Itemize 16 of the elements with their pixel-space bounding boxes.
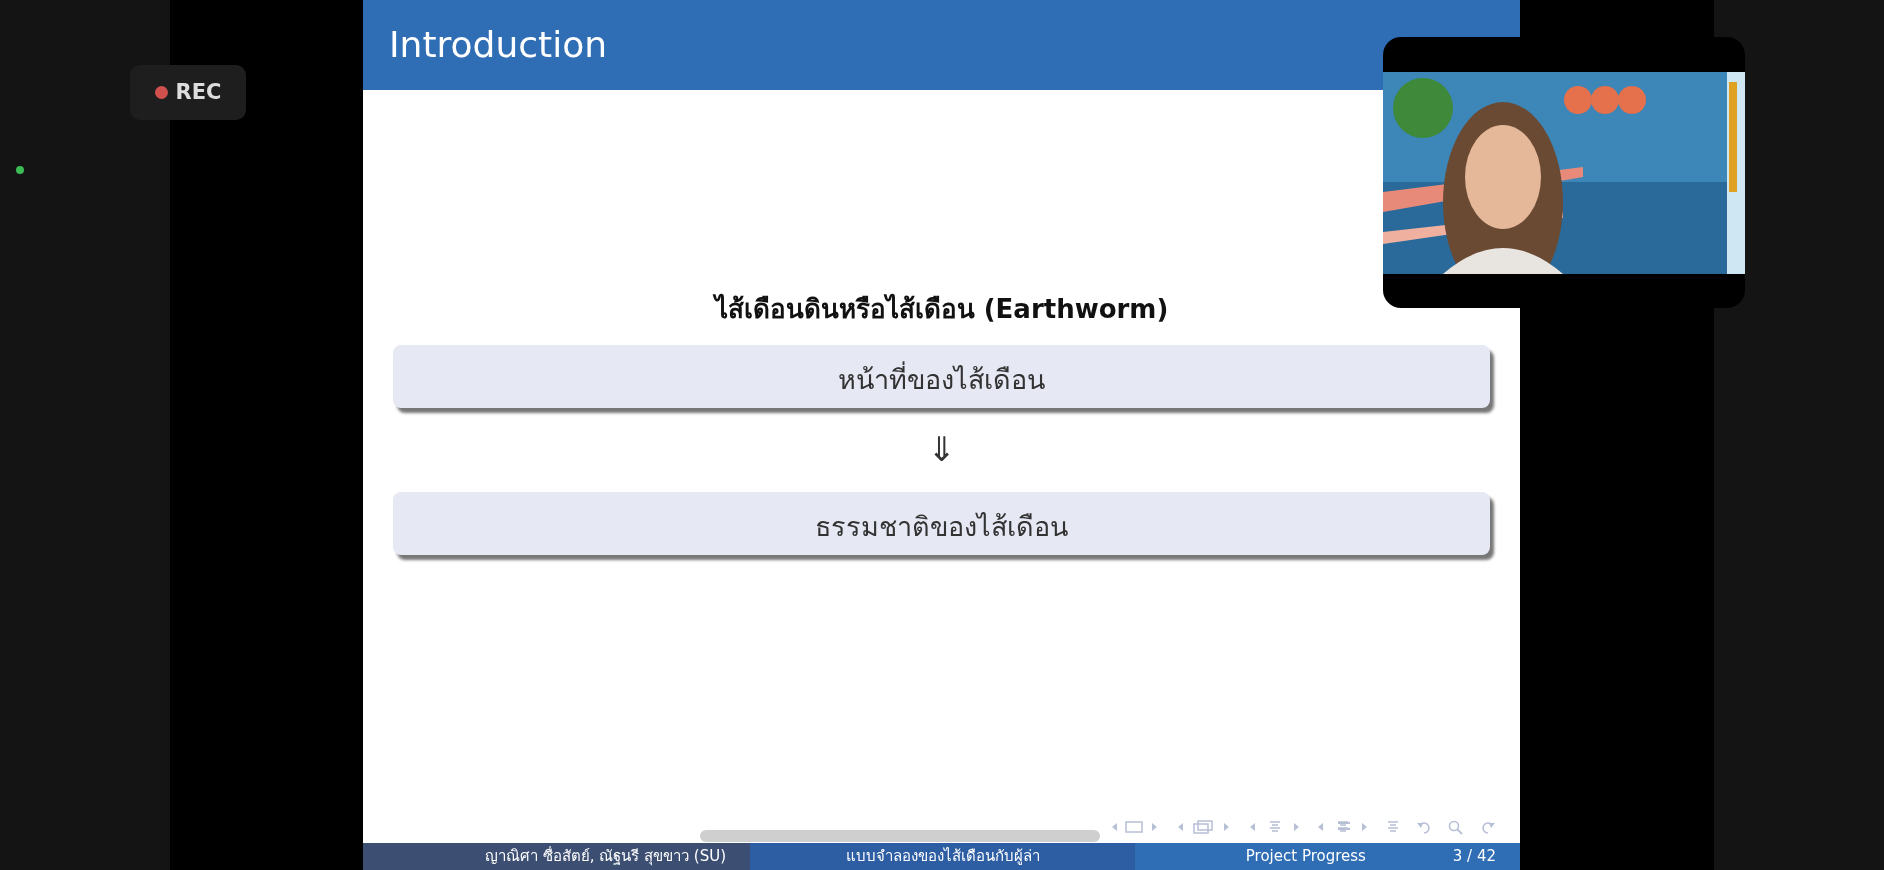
slide-title: Introduction: [389, 23, 607, 67]
footer-section: Project Progress: [1245, 845, 1366, 868]
slide-heading: ไส้เดือนดินหรือไส้เดือน (Earthworm): [714, 294, 1169, 324]
page-number: 3 / 42: [1452, 846, 1496, 868]
search-icon[interactable]: [1448, 820, 1464, 835]
undo-icon[interactable]: [1416, 820, 1432, 835]
down-arrow: ⇓: [927, 429, 956, 469]
list-icon[interactable]: [1386, 820, 1400, 835]
recording-indicator: REC: [130, 65, 246, 120]
footer-authors: ญาณิศา ซื่อสัตย์, ณัฐนรี สุขขาว (SU): [484, 845, 726, 868]
redo-icon[interactable]: [1480, 820, 1496, 835]
slide-block: หน้าที่ของไส้เดือน: [393, 345, 1490, 408]
slide-block: ธรรมชาติของไส้เดือน: [393, 492, 1490, 555]
footer-title: แบบจำลองของไส้เดือนกับผู้ล่า: [845, 846, 1040, 868]
scrollbar-thumb[interactable]: [700, 830, 1100, 842]
status-dot: [16, 166, 24, 174]
